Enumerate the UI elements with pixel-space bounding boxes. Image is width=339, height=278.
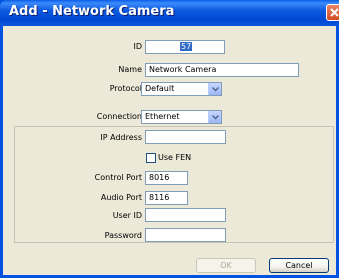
id-field[interactable]: 57 (145, 40, 225, 54)
ip-address-field[interactable] (145, 130, 226, 144)
ip-address-label: IP Address (100, 133, 142, 142)
protocol-value: Default (145, 84, 175, 93)
protocol-select[interactable]: Default (141, 82, 222, 96)
connection-dropdown-button[interactable] (208, 111, 221, 123)
protocol-label: Protocol (109, 84, 142, 93)
use-fen-checkbox[interactable] (146, 153, 156, 163)
name-field[interactable]: Network Camera (145, 63, 299, 77)
name-label: Name (118, 65, 142, 74)
audio-port-field[interactable]: 8116 (145, 191, 188, 205)
title-bar[interactable]: Add - Network Camera (0, 0, 339, 26)
cancel-button[interactable]: Cancel (269, 258, 329, 273)
connection-select[interactable]: Ethernet (141, 110, 222, 124)
chevron-down-icon (212, 87, 219, 92)
close-button[interactable] (326, 4, 339, 21)
dialog-window: Add - Network Camera ID 57 Name Network … (0, 0, 339, 278)
id-label: ID (133, 42, 142, 51)
connection-value: Ethernet (145, 112, 180, 121)
protocol-dropdown-button[interactable] (208, 83, 221, 95)
user-id-label: User ID (112, 211, 142, 220)
audio-port-label: Audio Port (100, 193, 142, 202)
use-fen-label[interactable]: Use FEN (158, 153, 191, 163)
close-icon (330, 8, 339, 17)
id-value: 57 (180, 42, 193, 51)
password-field[interactable] (145, 228, 226, 242)
control-port-field[interactable]: 8016 (145, 171, 188, 185)
control-port-label: Control Port (94, 173, 142, 182)
connection-label: Connection (96, 112, 142, 121)
user-id-field[interactable] (145, 208, 226, 222)
window-title: Add - Network Camera (9, 4, 175, 19)
chevron-down-icon (212, 115, 219, 120)
password-label: Password (104, 231, 142, 240)
ok-button[interactable]: OK (196, 258, 256, 273)
dialog-body: ID 57 Name Network Camera Protocol Defau… (3, 26, 336, 275)
